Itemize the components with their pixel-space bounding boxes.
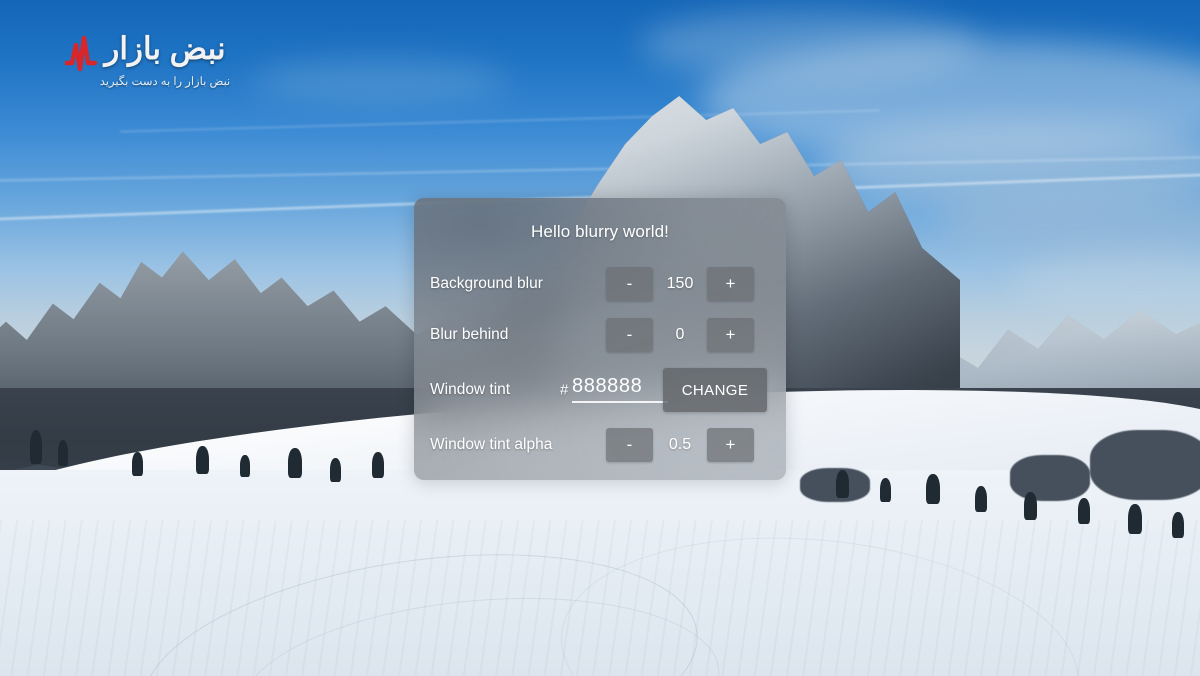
blur-behind-increment-button[interactable]: + bbox=[707, 318, 754, 352]
tree bbox=[1024, 492, 1037, 520]
watermark-logo: نبض بازار نبض بازار را به دست بگیرید bbox=[60, 26, 270, 98]
row-window-tint-alpha: Window tint alpha - 0.5 + bbox=[414, 423, 786, 467]
label-background-blur: Background blur bbox=[430, 275, 543, 292]
screen: نبض بازار نبض بازار را به دست بگیرید Hel… bbox=[0, 0, 1200, 676]
panel-content: Hello blurry world! Background blur - 15… bbox=[414, 198, 786, 480]
window-tint-hex-input[interactable] bbox=[572, 373, 668, 403]
tree bbox=[58, 440, 68, 466]
tree bbox=[240, 455, 250, 477]
row-window-tint: Window tint # CHANGE bbox=[414, 368, 786, 412]
tree bbox=[372, 452, 384, 478]
tree bbox=[880, 478, 891, 502]
window-tint-hex-field-wrap bbox=[572, 373, 668, 407]
hash-symbol: # bbox=[560, 381, 569, 399]
brand-name-text: نبض بازار bbox=[104, 31, 226, 66]
row-background-blur: Background blur - 150 + bbox=[414, 262, 786, 306]
brand-name: نبض بازار bbox=[60, 26, 270, 72]
rock-outcrop bbox=[1010, 455, 1090, 501]
tree bbox=[975, 486, 987, 512]
tree bbox=[132, 452, 143, 476]
stepper-blur-behind: - 0 + bbox=[592, 318, 770, 352]
row-blur-behind: Blur behind - 0 + bbox=[414, 313, 786, 357]
tree bbox=[196, 446, 209, 474]
rock-outcrop bbox=[800, 468, 870, 502]
label-window-tint-alpha: Window tint alpha bbox=[430, 436, 553, 453]
tree bbox=[1078, 498, 1090, 524]
label-blur-behind: Blur behind bbox=[430, 326, 509, 343]
tree bbox=[836, 470, 849, 498]
blur-settings-panel: Hello blurry world! Background blur - 15… bbox=[414, 198, 786, 480]
tree bbox=[1172, 512, 1184, 538]
panel-title: Hello blurry world! bbox=[531, 222, 669, 241]
tree bbox=[926, 474, 940, 504]
stepper-window-tint-alpha: - 0.5 + bbox=[592, 428, 770, 462]
window-tint-alpha-increment-button[interactable]: + bbox=[707, 428, 754, 462]
change-tint-button[interactable]: CHANGE bbox=[663, 368, 767, 412]
tree bbox=[1128, 504, 1142, 534]
tree bbox=[30, 430, 42, 464]
brand-tagline: نبض بازار را به دست بگیرید bbox=[99, 76, 231, 88]
tree bbox=[288, 448, 302, 478]
stepper-background-blur: - 150 + bbox=[592, 267, 770, 301]
label-window-tint: Window tint bbox=[430, 381, 511, 398]
background-blur-increment-button[interactable]: + bbox=[707, 267, 754, 301]
tree bbox=[330, 458, 341, 482]
rock-outcrop bbox=[1090, 430, 1200, 500]
